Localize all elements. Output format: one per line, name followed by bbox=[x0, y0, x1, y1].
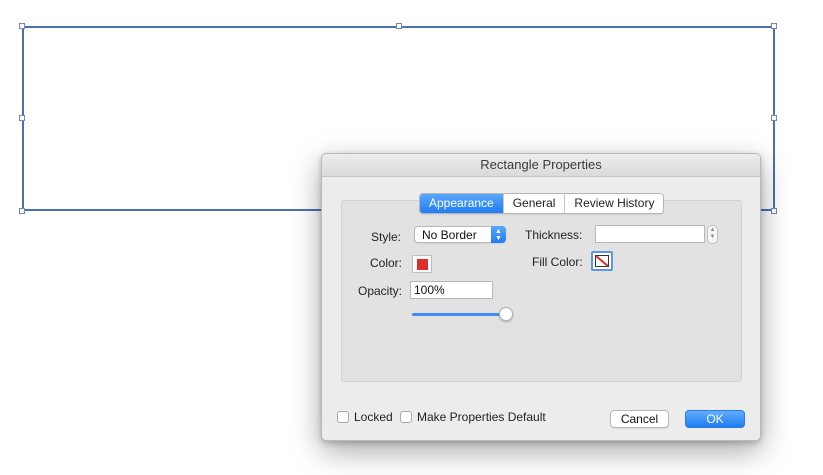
chevron-updown-icon: ▲ ▼ bbox=[491, 226, 506, 243]
make-default-checkbox[interactable] bbox=[400, 411, 412, 423]
border-color-well[interactable] bbox=[412, 255, 432, 273]
tab-review-history[interactable]: Review History bbox=[565, 194, 664, 213]
locked-checkbox[interactable] bbox=[337, 411, 349, 423]
resize-handle-top-right[interactable] bbox=[771, 23, 777, 29]
tab-bar: Appearance General Review History bbox=[419, 193, 665, 214]
resize-handle-top-middle[interactable] bbox=[396, 23, 402, 29]
color-swatch bbox=[417, 259, 428, 270]
style-popup[interactable]: No Border ▲ ▼ bbox=[414, 226, 506, 243]
fill-color-label: Fill Color: bbox=[532, 255, 583, 269]
stepper-icon[interactable]: ▲ ▼ bbox=[707, 225, 718, 244]
color-label: Color: bbox=[370, 256, 403, 270]
resize-handle-bottom-right[interactable] bbox=[771, 208, 777, 214]
style-label: Style: bbox=[371, 230, 402, 244]
fill-color-well[interactable] bbox=[591, 251, 613, 271]
tab-general[interactable]: General bbox=[503, 194, 566, 213]
cancel-button[interactable]: Cancel bbox=[610, 410, 669, 428]
locked-label: Locked bbox=[354, 410, 393, 424]
no-fill-icon bbox=[595, 255, 609, 267]
thickness-field[interactable] bbox=[595, 225, 705, 243]
dialog-title: Rectangle Properties bbox=[322, 154, 760, 177]
opacity-slider-knob[interactable] bbox=[499, 307, 513, 321]
opacity-field[interactable] bbox=[410, 281, 493, 299]
style-popup-value: No Border bbox=[422, 228, 477, 242]
resize-handle-middle-right[interactable] bbox=[771, 115, 777, 121]
tab-appearance[interactable]: Appearance bbox=[420, 194, 504, 213]
make-default-label: Make Properties Default bbox=[417, 410, 546, 424]
thickness-label: Thickness: bbox=[525, 228, 583, 242]
rectangle-properties-dialog: Rectangle Properties Appearance General … bbox=[321, 153, 761, 441]
opacity-label: Opacity: bbox=[358, 284, 403, 298]
ok-button[interactable]: OK bbox=[685, 410, 745, 428]
resize-handle-bottom-left[interactable] bbox=[19, 208, 25, 214]
resize-handle-top-left[interactable] bbox=[19, 23, 25, 29]
opacity-slider-track[interactable] bbox=[412, 313, 508, 316]
resize-handle-middle-left[interactable] bbox=[19, 115, 25, 121]
